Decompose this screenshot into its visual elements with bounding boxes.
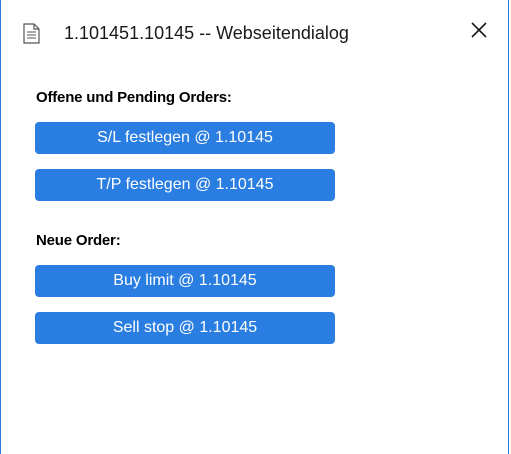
document-icon (23, 23, 40, 44)
title-bar: 1.101451.10145 -- Webseitendialog (1, 0, 508, 64)
open-orders-heading: Offene und Pending Orders: (36, 89, 232, 106)
window-title: 1.101451.10145 -- Webseitendialog (64, 23, 349, 43)
close-button[interactable] (450, 0, 508, 64)
dialog-window: 1.101451.10145 -- Webseitendialog Offene… (0, 0, 509, 454)
new-order-heading: Neue Order: (36, 232, 121, 249)
set-take-profit-button[interactable]: T/P festlegen @ 1.10145 (35, 169, 335, 201)
close-icon (470, 21, 488, 44)
buy-limit-button[interactable]: Buy limit @ 1.10145 (35, 265, 335, 297)
set-stop-loss-button[interactable]: S/L festlegen @ 1.10145 (35, 122, 335, 154)
sell-stop-button[interactable]: Sell stop @ 1.10145 (35, 312, 335, 344)
